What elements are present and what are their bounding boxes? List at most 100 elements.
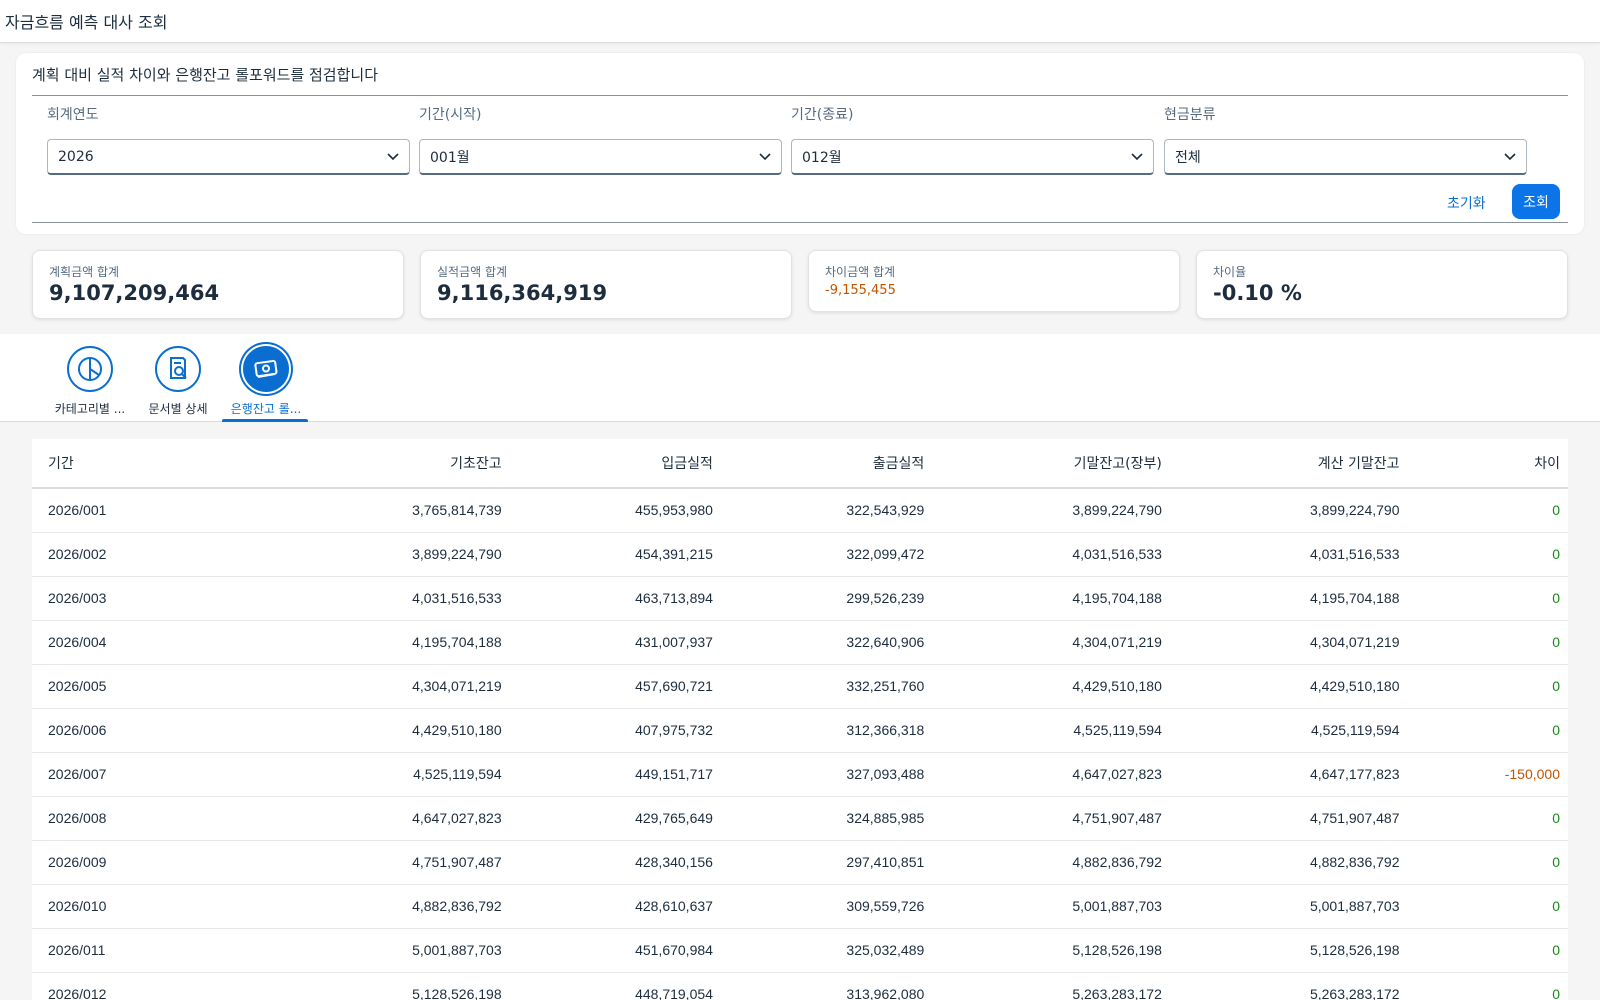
table-cell: 0 <box>1407 972 1568 1000</box>
kpi-card-plan-total: 계획금액 합계 9,107,209,464 <box>32 250 404 319</box>
table-cell: 463,713,894 <box>509 576 721 621</box>
period-end-field: 기간(종료) 012월 <box>791 106 1154 175</box>
chevron-down-icon <box>1504 151 1516 163</box>
table-row[interactable]: 2026/002 3,899,224,790 454,391,215 322,099,… <box>32 532 1568 577</box>
table-cell: 5,128,526,198 <box>932 928 1170 973</box>
table-cell: 297,410,851 <box>720 840 933 885</box>
table-cell: 4,647,027,823 <box>932 752 1170 797</box>
tab-bank-rollforward[interactable]: 은행잔고 롤... <box>222 346 310 422</box>
table-cell: 448,719,054 <box>509 972 721 1000</box>
data-table: 기간 기초잔고 입금실적 출금실적 기말잔고(장부) 계산 기말잔고 차이 20… <box>32 439 1568 1000</box>
chevron-down-icon <box>387 151 399 163</box>
table-cell: 0 <box>1407 884 1568 929</box>
kpi-card-diff-total: 차이금액 합계 -9,155,455 <box>808 250 1180 312</box>
table-cell: 2026/001 <box>32 488 272 533</box>
document-search-icon <box>155 346 201 392</box>
tab-document-detail[interactable]: 문서별 상세 <box>134 346 222 422</box>
table-row[interactable]: 2026/010 4,882,836,792 428,610,637 309,559,… <box>32 884 1568 929</box>
table-cell: 313,962,080 <box>720 972 933 1000</box>
period-start-select[interactable]: 001월 <box>419 139 782 175</box>
table-cell: 455,953,980 <box>509 488 721 533</box>
table-cell: 4,195,704,188 <box>1169 576 1408 621</box>
table-cell: 0 <box>1407 488 1568 533</box>
table-cell: 407,975,732 <box>509 708 721 753</box>
table-row[interactable]: 2026/008 4,647,027,823 429,765,649 324,885,… <box>32 796 1568 841</box>
table-cell: 2026/006 <box>32 708 272 753</box>
rollforward-table: 기간 기초잔고 입금실적 출금실적 기말잔고(장부) 계산 기말잔고 차이 20… <box>32 439 1568 1000</box>
table-row[interactable]: 2026/004 4,195,704,188 431,007,937 322,640,… <box>32 620 1568 665</box>
table-row[interactable]: 2026/006 4,429,510,180 407,975,732 312,366,… <box>32 708 1568 753</box>
column-header[interactable]: 기말잔고(장부) <box>932 439 1170 489</box>
table-cell: 4,647,177,823 <box>1169 752 1408 797</box>
divider <box>32 222 1568 223</box>
search-button[interactable]: 조회 <box>1512 184 1560 219</box>
table-cell: 4,882,836,792 <box>932 840 1170 885</box>
table-cell: 325,032,489 <box>720 928 933 973</box>
table-cell: 431,007,937 <box>509 620 721 665</box>
period-end-select[interactable]: 012월 <box>791 139 1154 175</box>
table-cell: 4,882,836,792 <box>272 884 510 929</box>
table-cell: 428,340,156 <box>509 840 721 885</box>
fiscal-year-field: 회계연도 2026 <box>47 106 410 175</box>
kpi-value: -9,155,455 <box>825 283 896 298</box>
table-cell: 332,251,760 <box>720 664 933 709</box>
select-value: 001월 <box>430 149 470 166</box>
column-header[interactable]: 기간 <box>32 439 272 489</box>
reset-button[interactable]: 초기화 <box>1437 186 1496 220</box>
table-cell: 5,001,887,703 <box>1169 884 1408 929</box>
column-header[interactable]: 입금실적 <box>509 439 721 489</box>
table-row[interactable]: 2026/011 5,001,887,703 451,670,984 325,032,… <box>32 928 1568 973</box>
table-cell: 4,751,907,487 <box>272 840 510 885</box>
table-cell: 3,899,224,790 <box>272 532 510 577</box>
table-cell: 312,366,318 <box>720 708 933 753</box>
table-cell: 309,559,726 <box>720 884 933 929</box>
field-label: 기간(종료) <box>791 107 854 123</box>
table-row[interactable]: 2026/012 5,128,526,198 448,719,054 313,962,… <box>32 972 1568 1000</box>
column-header[interactable]: 기초잔고 <box>272 439 510 489</box>
table-cell: -150,000 <box>1407 752 1568 797</box>
kpi-label: 차이금액 합계 <box>825 265 896 279</box>
kpi-label: 실적금액 합계 <box>437 265 508 279</box>
table-cell: 0 <box>1407 532 1568 577</box>
pie-chart-icon <box>67 346 113 392</box>
chevron-down-icon <box>1131 151 1143 163</box>
table-cell: 2026/011 <box>32 928 272 973</box>
table-row[interactable]: 2026/005 4,304,071,219 457,690,721 332,251,… <box>32 664 1568 709</box>
period-start-field: 기간(시작) 001월 <box>419 106 782 175</box>
table-cell: 4,429,510,180 <box>1169 664 1408 709</box>
table-cell: 3,899,224,790 <box>1169 488 1408 533</box>
table-cell: 322,099,472 <box>720 532 933 577</box>
table-cell: 4,195,704,188 <box>932 576 1170 621</box>
tab-label: 문서별 상세 <box>148 402 208 416</box>
field-label: 회계연도 <box>47 107 99 123</box>
app-title: 자금흐름 예측 대사 조회 <box>5 13 168 32</box>
tab-category[interactable]: 카테고리별 ... <box>46 346 134 422</box>
table-cell: 449,151,717 <box>509 752 721 797</box>
filter-header: 계획 대비 실적 차이와 은행잔고 롤포워드를 점검합니다 <box>32 53 1568 96</box>
column-header[interactable]: 계산 기말잔고 <box>1169 439 1408 489</box>
active-tab-indicator <box>222 419 308 422</box>
column-header[interactable]: 차이 <box>1407 439 1568 489</box>
kpi-label: 계획금액 합계 <box>49 265 120 279</box>
table-cell: 5,128,526,198 <box>272 972 510 1000</box>
fiscal-year-select[interactable]: 2026 <box>47 139 410 175</box>
cash-category-select[interactable]: 전체 <box>1164 139 1527 175</box>
table-row[interactable]: 2026/009 4,751,907,487 428,340,156 297,410,… <box>32 840 1568 885</box>
tab-label: 은행잔고 롤... <box>230 402 302 416</box>
select-value: 012월 <box>802 149 842 166</box>
kpi-label: 차이율 <box>1213 265 1247 279</box>
table-row[interactable]: 2026/001 3,765,814,739 455,953,980 322,543,… <box>32 488 1568 533</box>
table-row[interactable]: 2026/007 4,525,119,594 449,151,717 327,093,… <box>32 752 1568 797</box>
table-cell: 4,031,516,533 <box>932 532 1170 577</box>
table-cell: 4,525,119,594 <box>932 708 1170 753</box>
cash-category-field: 현금분류 전체 <box>1164 106 1527 175</box>
table-cell: 4,429,510,180 <box>932 664 1170 709</box>
table-cell: 4,304,071,219 <box>1169 620 1408 665</box>
table-cell: 4,882,836,792 <box>1169 840 1408 885</box>
column-header[interactable]: 출금실적 <box>720 439 933 489</box>
table-cell: 5,001,887,703 <box>932 884 1170 929</box>
table-row[interactable]: 2026/003 4,031,516,533 463,713,894 299,526,… <box>32 576 1568 621</box>
table-cell: 0 <box>1407 576 1568 621</box>
table-cell: 2026/003 <box>32 576 272 621</box>
field-label: 현금분류 <box>1164 107 1216 123</box>
